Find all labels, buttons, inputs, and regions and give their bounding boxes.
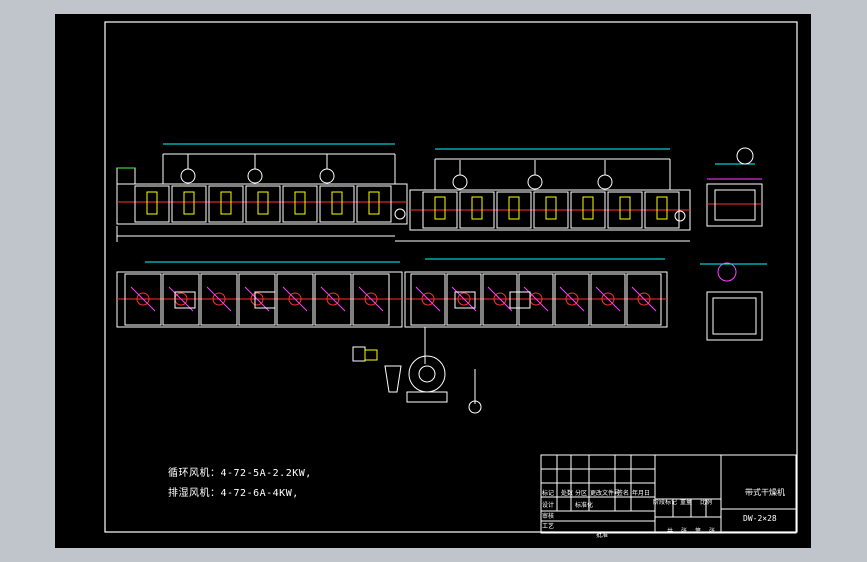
- elevation-left-door: [331, 191, 343, 215]
- inlet-hopper: [116, 167, 136, 185]
- side-view-fan: [736, 147, 754, 165]
- tb-cell-4: 签名: [617, 490, 630, 497]
- tb-cell-16: 第: [695, 528, 702, 535]
- elevation-left-body: [116, 183, 408, 225]
- discharge-roller: [674, 210, 686, 222]
- elevation-fan: [319, 168, 335, 184]
- elevation-right-door: [545, 196, 557, 220]
- tb-cell-6: 设计: [542, 502, 555, 509]
- tb-cell-8: 阶段标记: [653, 499, 678, 506]
- elevation-right-door: [508, 196, 520, 220]
- tb-cell-12: 工艺: [542, 523, 555, 530]
- plan-right-motor: [509, 291, 531, 309]
- tb-cell-9: 重量: [680, 499, 693, 506]
- elevation-left-chamber: [356, 185, 392, 223]
- exhaust-fan-base: [406, 391, 448, 403]
- elevation-left-chamber: [208, 185, 244, 223]
- elevation-left-door: [257, 191, 269, 215]
- tb-cell-3: 更改文件号: [590, 490, 621, 497]
- elevation-fan: [527, 174, 543, 190]
- elevation-left-door: [220, 191, 232, 215]
- exhaust-fan-note: 排湿风机：4-72-6A-4KW,: [168, 488, 299, 499]
- elevation-right-door: [582, 196, 594, 220]
- drawing-name: 带式干燥机: [745, 488, 785, 497]
- tb-cell-11: 审核: [542, 513, 555, 520]
- transfer-roller: [394, 208, 406, 220]
- tb-cell-7: 标准化: [575, 502, 594, 509]
- cyclone-separator: [384, 365, 402, 393]
- circulating-fan-note: 循环风机：4-72-5A-2.2KW,: [168, 468, 312, 479]
- tb-cell-13: 批准: [596, 532, 609, 539]
- elevation-fan: [452, 174, 468, 190]
- side-view-frame-inner: [714, 189, 756, 221]
- elevation-right-door: [471, 196, 483, 220]
- elevation-right-door: [434, 196, 446, 220]
- plan-side-inner: [712, 297, 757, 335]
- elevation-left-door: [294, 191, 306, 215]
- plan-side-fan: [717, 262, 737, 282]
- tb-cell-0: 标记: [542, 490, 555, 497]
- tb-cell-10: 比例: [700, 499, 713, 506]
- elevation-left-chamber: [282, 185, 318, 223]
- tb-cell-14: 共: [667, 528, 674, 535]
- elevation-left-chamber: [134, 185, 170, 223]
- elevation-fan: [180, 168, 196, 184]
- elevation-left-chamber: [245, 185, 281, 223]
- elevation-left-door: [146, 191, 158, 215]
- tb-cell-15: 张: [681, 528, 688, 535]
- elevation-right-door: [619, 196, 631, 220]
- plan-side-body: [706, 291, 763, 341]
- exhaust-fan-hub: [418, 365, 436, 383]
- exhaust-fan-motor: [352, 346, 366, 362]
- elevation-fan: [247, 168, 263, 184]
- drawing-number: DW-2×28: [743, 514, 777, 523]
- elevation-fan: [597, 174, 613, 190]
- elevation-left-door: [368, 191, 380, 215]
- exhaust-fan-coupling: [364, 349, 378, 361]
- tb-cell-5: 年月日: [632, 490, 651, 497]
- tb-cell-17: 张: [709, 528, 716, 535]
- elevation-right-door: [656, 196, 668, 220]
- drawing-sheet: 循环风机：4-72-5A-2.2KW, 排湿风机：4-72-6A-4KW, 带式…: [55, 14, 811, 548]
- exhaust-fan-volute: [408, 355, 446, 393]
- elevation-left-door: [183, 191, 195, 215]
- tb-cell-2: 分区: [575, 490, 588, 497]
- elevation-left-chamber: [319, 185, 355, 223]
- elevation-left-chamber: [171, 185, 207, 223]
- tb-cell-1: 处数: [561, 490, 574, 497]
